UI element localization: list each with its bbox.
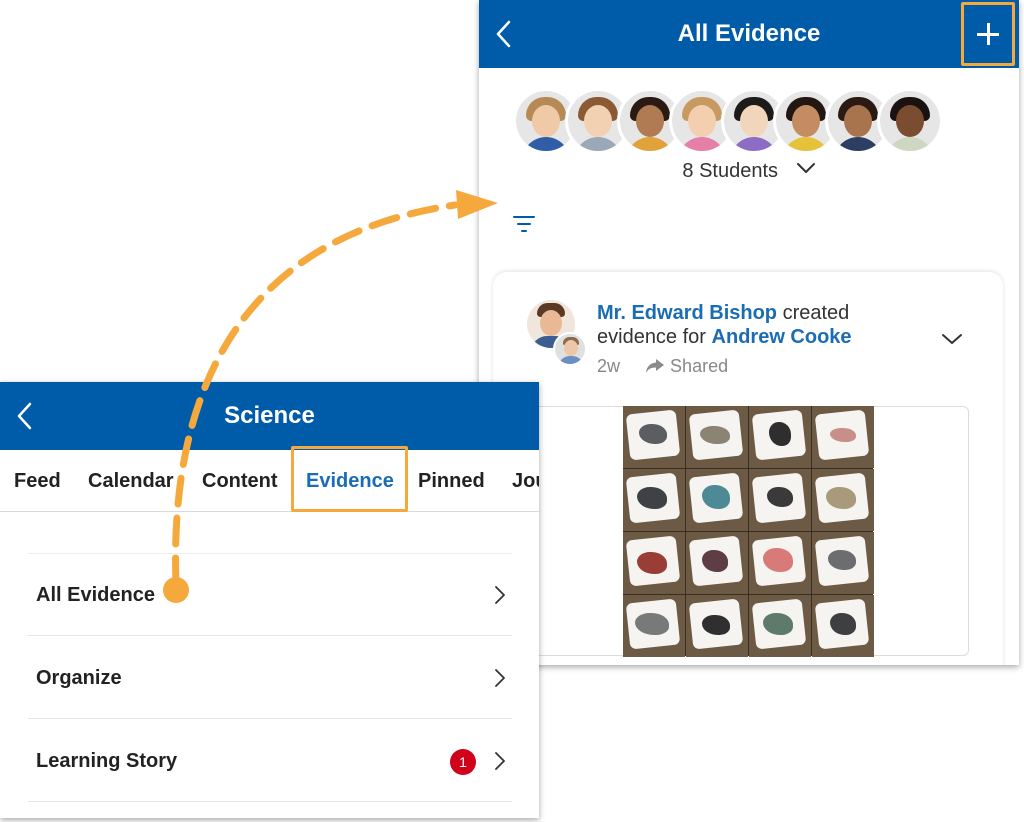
post-for-text: evidence for bbox=[597, 326, 706, 348]
students-selector[interactable]: 8 Students bbox=[479, 160, 1019, 183]
tab-pinned[interactable]: Pinned bbox=[418, 470, 485, 493]
chevron-right-icon bbox=[495, 669, 505, 687]
evidence-header: All Evidence bbox=[479, 0, 1019, 68]
notification-badge: 1 bbox=[450, 749, 476, 775]
post-meta: 2w Shared bbox=[597, 356, 728, 377]
tab-calendar[interactable]: Calendar bbox=[88, 470, 174, 493]
science-header: Science bbox=[0, 382, 539, 450]
avatar bbox=[877, 88, 943, 154]
all-evidence-screen: All Evidence 8 Students Mr. Edward Bisho… bbox=[479, 0, 1019, 665]
plus-icon-stem bbox=[986, 23, 990, 45]
page-title: Science bbox=[224, 402, 315, 429]
list-item-organize[interactable]: Organize bbox=[28, 637, 512, 719]
list-item-learning-story[interactable]: Learning Story 1 bbox=[28, 720, 512, 802]
science-screen: Science Feed Calendar Content Evidence P… bbox=[0, 382, 539, 818]
student-avatar-group[interactable] bbox=[513, 88, 963, 154]
chevron-down-icon bbox=[796, 163, 815, 173]
student-link[interactable]: Andrew Cooke bbox=[712, 326, 852, 348]
filter-icon[interactable] bbox=[513, 214, 535, 234]
page-title: All Evidence bbox=[677, 20, 821, 47]
post-headline: Mr. Edward Bishop created bbox=[597, 302, 849, 325]
students-count: 8 Students bbox=[682, 160, 779, 182]
list-item-all-evidence[interactable]: All Evidence bbox=[28, 554, 512, 636]
post-status: Shared bbox=[670, 356, 729, 376]
tab-content[interactable]: Content bbox=[202, 470, 278, 493]
post-subline: evidence for Andrew Cooke bbox=[597, 326, 852, 349]
post-action: created bbox=[782, 302, 850, 324]
tab-feed[interactable]: Feed bbox=[14, 470, 61, 493]
chevron-down-icon[interactable] bbox=[941, 332, 963, 346]
list-item-label: All Evidence bbox=[36, 584, 155, 606]
evidence-post-card: Mr. Edward Bishop created evidence for A… bbox=[493, 272, 1003, 665]
tab-bar: Feed Calendar Content Evidence Pinned Jo… bbox=[0, 450, 539, 512]
chevron-right-icon bbox=[495, 586, 505, 604]
tutorial-composite: All Evidence 8 Students Mr. Edward Bisho… bbox=[0, 0, 1024, 822]
add-evidence-button[interactable] bbox=[961, 2, 1015, 66]
evidence-tab-highlight bbox=[291, 446, 408, 512]
list-item-label: Learning Story bbox=[36, 750, 178, 772]
student-avatar bbox=[553, 332, 587, 366]
chevron-right-icon bbox=[495, 752, 505, 770]
post-age: 2w bbox=[597, 356, 621, 376]
list-item-label: Organize bbox=[36, 667, 122, 689]
share-icon bbox=[646, 359, 665, 373]
evidence-photo[interactable] bbox=[623, 406, 874, 657]
author-link[interactable]: Mr. Edward Bishop bbox=[597, 302, 777, 324]
tab-journal[interactable]: Jou bbox=[512, 470, 539, 493]
